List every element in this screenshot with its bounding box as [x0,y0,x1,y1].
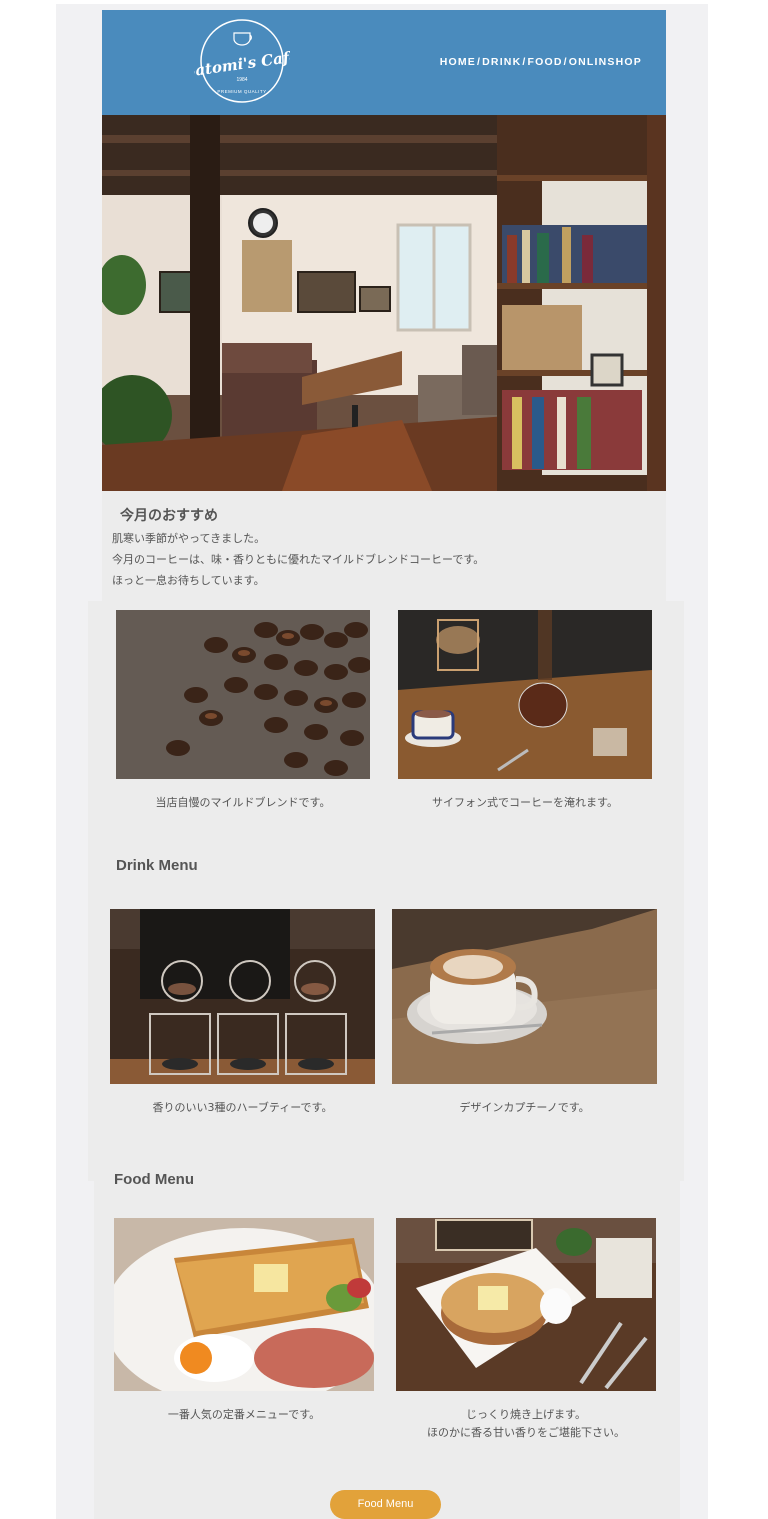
nav-separator: / [563,56,568,68]
herb-tea-photo [110,909,375,1084]
drink-caption: デザインカプチーノです。 [459,1101,590,1114]
cafe-logo[interactable]: Satomi's Cafe 1984 PREMIUM QUALITY [194,17,290,105]
food-menu-button[interactable]: Food Menu [330,1490,441,1519]
pancake-photo [396,1218,656,1391]
french-toast-photo [114,1218,374,1391]
food-caption: じっくり焼き上げます。 [466,1408,586,1421]
featured-caption: 当店自慢のマイルドブレンドです。 [155,796,331,809]
recommendation-line: ほっと一息お待ちしています。 [112,574,265,587]
drink-menu-title: Drink Menu [116,857,198,874]
cappuccino-photo [392,909,657,1084]
monthly-recommendation: 今月のおすすめ 肌寒い季節がやってきました。 今月のコーヒーは、味・香りともに優… [102,491,666,601]
logo-name: Satomi's Cafe [194,47,290,81]
main-nav: HOME/DRINK/FOOD/ONLINSHOP [440,56,642,68]
nav-separator: / [477,56,482,68]
nav-drink[interactable]: DRINK [482,56,521,68]
recommendation-line: 肌寒い季節がやってきました。 [112,532,266,545]
nav-onlineshop[interactable]: ONLINSHOP [569,56,642,68]
logo-tagline: PREMIUM QUALITY [217,89,266,94]
recommendation-line: 今月のコーヒーは、味・香りともに優れたマイルドブレンドコーヒーです。 [112,553,485,566]
food-caption: ほのかに香る甘い香りをご堪能下さい。 [427,1426,625,1439]
site-header: Satomi's Cafe 1984 PREMIUM QUALITY HOME/… [102,10,666,115]
nav-home[interactable]: HOME [440,56,476,68]
food-caption: 一番人気の定番メニューです。 [167,1408,321,1421]
featured-caption: サイフォン式でコーヒーを淹れます。 [432,796,618,809]
food-menu-title: Food Menu [114,1171,194,1188]
drink-caption: 香りのいい3種のハーブティーです。 [152,1101,333,1114]
nav-food[interactable]: FOOD [528,56,563,68]
coffee-beans-photo [116,610,370,779]
nav-separator: / [522,56,527,68]
cafe-interior-photo [102,115,666,491]
siphon-coffee-photo [398,610,652,779]
recommendation-title: 今月のおすすめ [120,508,218,524]
logo-year: 1984 [236,77,247,83]
